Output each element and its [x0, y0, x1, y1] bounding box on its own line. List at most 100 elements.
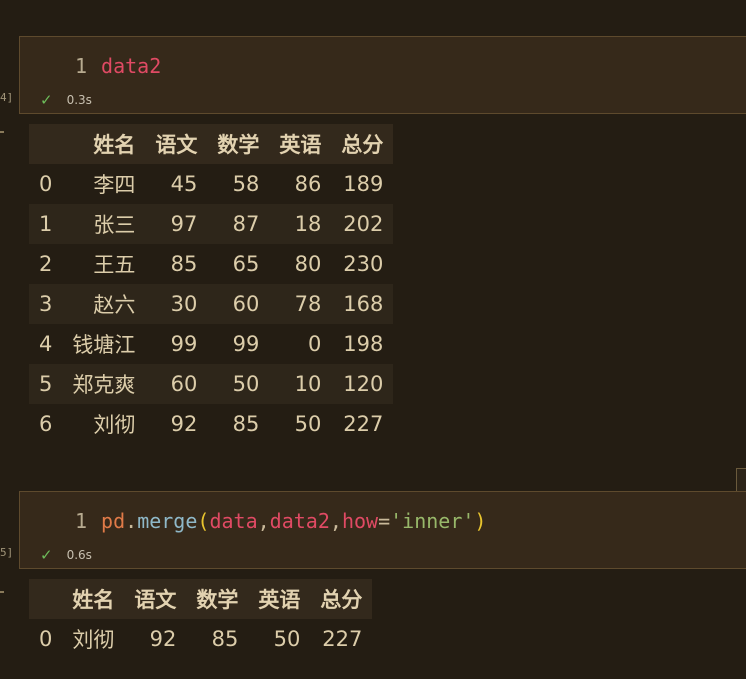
- table-row: 0 李四 45 58 86 189: [29, 164, 394, 204]
- table-row: 6 刘彻 92 85 50 227: [29, 404, 394, 444]
- table-cell: 18: [294, 212, 322, 236]
- table-cell: 王五: [93, 253, 136, 277]
- table-row: 4 钱塘江 99 99 0 198: [29, 324, 394, 364]
- code-line[interactable]: 1 pd.merge(data,data2,how='inner'): [75, 509, 486, 533]
- output-marker: [0, 591, 4, 593]
- column-header: 总分: [341, 133, 384, 157]
- table-cell: 85: [232, 412, 260, 436]
- column-header: 英语: [279, 133, 322, 157]
- column-header: 姓名: [72, 588, 115, 612]
- table-row: 3 赵六 30 60 78 168: [29, 284, 394, 324]
- table-cell: 85: [170, 252, 198, 276]
- check-icon: ✓: [40, 546, 53, 564]
- table-cell: 郑克爽: [72, 373, 136, 397]
- code-text: pd.merge(data,data2,how='inner'): [101, 509, 486, 533]
- table-cell: 李四: [93, 173, 136, 197]
- line-number: 1: [75, 54, 88, 78]
- table-cell: 120: [343, 372, 384, 396]
- index-header: [29, 579, 62, 619]
- table-body: 0 刘彻 92 85 50 227: [29, 619, 373, 659]
- table-header: 姓名 语文 数学 英语 总分: [29, 124, 394, 164]
- table-cell: 189: [343, 172, 384, 196]
- table-header: 姓名 语文 数学 英语 总分: [29, 579, 373, 619]
- table-cell: 60: [232, 292, 260, 316]
- row-index: 0: [39, 172, 53, 196]
- code-token: data2: [101, 54, 162, 78]
- table-cell: 97: [170, 212, 198, 236]
- code-cell[interactable]: 1 data2 ✓ 0.3s: [19, 36, 746, 114]
- table-cell: 86: [294, 172, 322, 196]
- table-row: 2 王五 85 65 80 230: [29, 244, 394, 284]
- table-cell: 227: [343, 412, 384, 436]
- table-cell: 80: [294, 252, 322, 276]
- table-row: 1 张三 97 87 18 202: [29, 204, 394, 244]
- output-marker: [0, 131, 4, 133]
- table-cell: 钱塘江: [72, 333, 136, 357]
- table-cell: 78: [294, 292, 322, 316]
- table-cell: 张三: [93, 213, 136, 237]
- table-cell: 65: [232, 252, 260, 276]
- execution-count: 5]: [0, 546, 12, 559]
- table-cell: 刘彻: [93, 413, 136, 437]
- row-index: 1: [39, 212, 53, 236]
- code-token: pd: [101, 509, 126, 533]
- table-row: 0 刘彻 92 85 50 227: [29, 619, 373, 659]
- execution-count: 4]: [0, 91, 12, 104]
- line-number: 1: [75, 509, 88, 533]
- table-cell: 85: [211, 627, 239, 651]
- column-header: 姓名: [93, 133, 136, 157]
- table-cell: 92: [149, 627, 177, 651]
- table-cell: 50: [294, 412, 322, 436]
- table-cell: 50: [232, 372, 260, 396]
- row-index: 2: [39, 252, 53, 276]
- code-token: 'inner': [390, 509, 475, 533]
- table-cell: 50: [273, 627, 301, 651]
- code-token: ,: [257, 509, 270, 533]
- execution-duration: 0.3s: [66, 93, 92, 107]
- table-cell: 0: [308, 332, 322, 356]
- table-cell: 87: [232, 212, 260, 236]
- row-index: 3: [39, 292, 53, 316]
- code-cell[interactable]: 1 pd.merge(data,data2,how='inner') ✓ 0.6s: [19, 491, 746, 569]
- code-token: data2: [269, 509, 330, 533]
- execution-status: ✓ 0.6s: [40, 546, 92, 564]
- code-token: merge: [137, 509, 198, 533]
- code-token: (: [197, 509, 210, 533]
- code-text: data2: [101, 54, 161, 78]
- table-cell: 45: [170, 172, 198, 196]
- table-cell: 30: [170, 292, 198, 316]
- table-cell: 198: [343, 332, 384, 356]
- table-cell: 99: [232, 332, 260, 356]
- table-cell: 赵六: [93, 293, 136, 317]
- code-token: how: [341, 509, 379, 533]
- table-cell: 10: [294, 372, 322, 396]
- table-cell: 227: [322, 627, 363, 651]
- execution-duration: 0.6s: [66, 548, 92, 562]
- execution-status: ✓ 0.3s: [40, 91, 92, 109]
- code-token: data: [209, 509, 258, 533]
- column-header: 数学: [196, 588, 239, 612]
- dataframe-output: 姓名 语文 数学 英语 总分 0 刘彻 92 85 50 227: [29, 579, 373, 659]
- column-header: 英语: [258, 588, 301, 612]
- code-token: .: [125, 509, 138, 533]
- code-token: ): [474, 509, 487, 533]
- table-cell: 92: [170, 412, 198, 436]
- table-body: 0 李四 45 58 86 189 1 张三 97 87 18 202 2 王五 85 65 80 230 3 赵六 3…: [29, 164, 394, 444]
- row-index: 0: [39, 627, 53, 651]
- row-index: 5: [39, 372, 53, 396]
- code-token: =: [378, 509, 391, 533]
- table-cell: 230: [343, 252, 384, 276]
- column-header: 总分: [320, 588, 363, 612]
- table-cell: 60: [170, 372, 198, 396]
- check-icon: ✓: [40, 91, 53, 109]
- dataframe-output: 姓名 语文 数学 英语 总分 0 李四 45 58 86 189 1 张三 97 87 18 202 2 王五 85…: [29, 124, 394, 444]
- row-index: 4: [39, 332, 53, 356]
- column-header: 语文: [134, 588, 177, 612]
- column-header: 数学: [217, 133, 260, 157]
- table-cell: 58: [232, 172, 260, 196]
- index-header: [29, 124, 62, 164]
- table-cell: 202: [343, 212, 384, 236]
- code-line[interactable]: 1 data2: [75, 54, 161, 78]
- column-header: 语文: [155, 133, 198, 157]
- table-cell: 99: [170, 332, 198, 356]
